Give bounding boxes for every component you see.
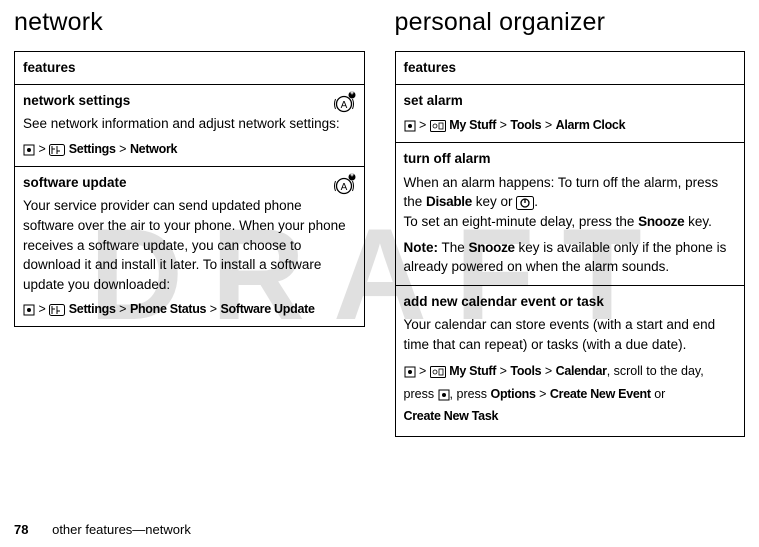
section-calendar: add new calendar event or task Your cale… [396, 286, 745, 436]
body-software-update: Your service provider can send updated p… [23, 196, 356, 294]
turnoff-line1: When an alarm happens: To turn off the a… [404, 173, 737, 212]
calendar-body: Your calendar can store events (with a s… [404, 315, 737, 354]
nav-set-alarm: > My Stuff > Tools > Alarm Clock [404, 116, 737, 134]
provider-icon: A [332, 91, 358, 119]
title-software-update: software update [23, 173, 356, 193]
title-network-settings: network settings [23, 91, 356, 111]
footer-text: other features—network [52, 522, 191, 537]
section-network-settings: A network settings See network informati… [15, 85, 364, 167]
center-key-icon [438, 389, 450, 401]
heading-network: network [14, 8, 365, 37]
mystuff-icon [430, 366, 446, 378]
column-network: network features A network settings [14, 8, 365, 437]
svg-text:A: A [340, 182, 347, 193]
settings-icon [49, 144, 65, 156]
title-turn-off-alarm: turn off alarm [404, 149, 737, 169]
heading-organizer: personal organizer [395, 8, 746, 37]
column-organizer: personal organizer features set alarm > … [395, 8, 746, 437]
turnoff-line2: To set an eight-minute delay, press the … [404, 212, 737, 232]
center-key-icon [404, 366, 416, 378]
table-organizer: features set alarm > My Stuff > Tools > … [395, 51, 746, 437]
mystuff-icon [430, 120, 446, 132]
section-software-update: A software update Your service provider … [15, 167, 364, 327]
svg-text:A: A [340, 100, 347, 111]
section-turn-off-alarm: turn off alarm When an alarm happens: To… [396, 143, 745, 285]
features-header-left: features [15, 52, 364, 85]
footer: 78 other features—network [14, 522, 191, 537]
center-key-icon [23, 144, 35, 156]
turnoff-note: Note: The Snooze key is available only i… [404, 238, 737, 277]
body-network-settings: See network information and adjust netwo… [23, 114, 356, 134]
nav-network-settings: > Settings > Network [23, 140, 356, 158]
section-set-alarm: set alarm > My Stuff > Tools > Alarm Clo… [396, 85, 745, 144]
page-number: 78 [14, 522, 28, 537]
provider-icon: A [332, 173, 358, 201]
table-network: features A network settings See network … [14, 51, 365, 327]
title-calendar: add new calendar event or task [404, 292, 737, 312]
end-key-icon [516, 196, 534, 210]
nav-software-update: > Settings > Phone Status > Software Upd… [23, 300, 356, 318]
features-header-right: features [396, 52, 745, 85]
nav-calendar: > My Stuff > Tools > Calendar, scroll to… [404, 360, 737, 428]
center-key-icon [23, 304, 35, 316]
title-set-alarm: set alarm [404, 91, 737, 111]
center-key-icon [404, 120, 416, 132]
settings-icon [49, 304, 65, 316]
